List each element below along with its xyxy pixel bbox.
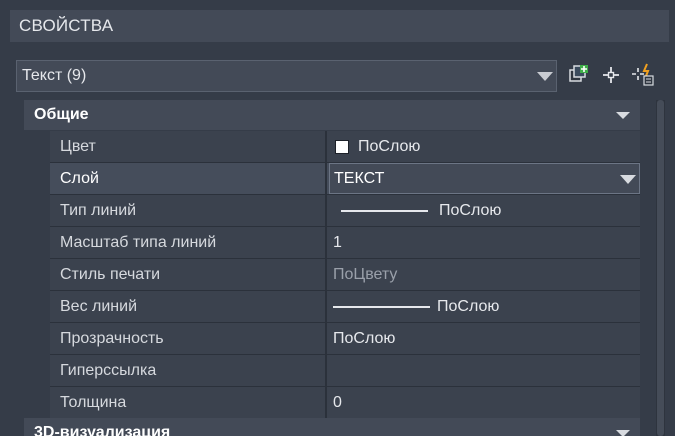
property-row-hyperlink[interactable]: Гиперссылка	[50, 355, 640, 387]
toggle-pickadd-button[interactable]	[630, 62, 656, 88]
property-row-transparency[interactable]: Прозрачность ПоСлою	[50, 323, 640, 355]
toggle-pickadd-icon	[632, 63, 654, 86]
property-name-linetype-scale: Масштаб типа линий	[60, 234, 217, 251]
collapse-arrow-icon[interactable]	[616, 112, 630, 119]
property-row-color[interactable]: Цвет ПоСлою	[50, 131, 640, 163]
color-swatch	[335, 140, 349, 154]
general-properties-list: Цвет ПоСлою Слой ТЕКСТ Тип линий ПоСлою …	[50, 131, 640, 419]
property-value-color[interactable]: ПоСлою	[329, 131, 640, 162]
property-row-plot-style[interactable]: Стиль печати ПоЦвету	[50, 259, 640, 291]
property-value-lineweight[interactable]: ПоСлою	[329, 291, 640, 322]
category-general-label: Общие	[34, 106, 89, 123]
quick-select-icon	[569, 65, 588, 82]
property-value-hyperlink[interactable]	[329, 355, 640, 386]
palette-title: СВОЙСТВА	[19, 16, 114, 35]
property-name-layer: Слой	[60, 170, 99, 187]
properties-panel: Общие Цвет ПоСлою Слой ТЕКСТ Тип линий П…	[24, 100, 640, 436]
property-name-plot-style: Стиль печати	[60, 266, 161, 283]
lineweight-preview	[333, 306, 430, 308]
property-row-lineweight[interactable]: Вес линий ПоСлою	[50, 291, 640, 323]
category-3d-visualization-header[interactable]: 3D-визуализация	[24, 418, 640, 436]
category-general-header[interactable]: Общие	[24, 100, 640, 130]
property-name-color: Цвет	[60, 138, 96, 155]
property-row-layer[interactable]: Слой ТЕКСТ	[50, 163, 640, 195]
property-name-linetype: Тип линий	[60, 202, 137, 219]
property-name-lineweight: Вес линий	[60, 298, 137, 315]
property-name-thickness: Толщина	[60, 394, 127, 411]
property-row-thickness[interactable]: Толщина 0	[50, 387, 640, 419]
select-objects-icon	[603, 67, 619, 83]
chevron-down-icon	[620, 175, 636, 184]
select-objects-button[interactable]	[598, 62, 624, 88]
property-row-linetype[interactable]: Тип линий ПоСлою	[50, 195, 640, 227]
property-value-linetype[interactable]: ПоСлою	[329, 195, 640, 226]
chevron-down-icon	[537, 72, 553, 81]
property-value-thickness[interactable]: 0	[329, 387, 640, 418]
collapse-arrow-icon[interactable]	[616, 430, 630, 436]
layer-value: ТЕКСТ	[334, 170, 385, 187]
property-name-transparency: Прозрачность	[60, 330, 164, 347]
layer-dropdown[interactable]: ТЕКСТ	[329, 163, 640, 194]
property-name-hyperlink: Гиперссылка	[60, 362, 157, 379]
quick-select-button[interactable]	[566, 62, 592, 88]
scrollbar-thumb[interactable]	[657, 100, 664, 436]
linetype-preview	[341, 210, 428, 212]
object-type-label: Текст (9)	[22, 67, 87, 84]
category-3d-visualization-label: 3D-визуализация	[34, 424, 171, 436]
object-type-dropdown[interactable]: Текст (9)	[16, 60, 557, 92]
property-value-transparency[interactable]: ПоСлою	[329, 323, 640, 354]
property-value-plot-style[interactable]: ПоЦвету	[329, 259, 640, 290]
palette-title-bar: СВОЙСТВА	[10, 10, 669, 42]
property-value-linetype-scale[interactable]: 1	[329, 227, 640, 258]
vertical-scrollbar[interactable]	[656, 100, 665, 436]
property-row-linetype-scale[interactable]: Масштаб типа линий 1	[50, 227, 640, 259]
